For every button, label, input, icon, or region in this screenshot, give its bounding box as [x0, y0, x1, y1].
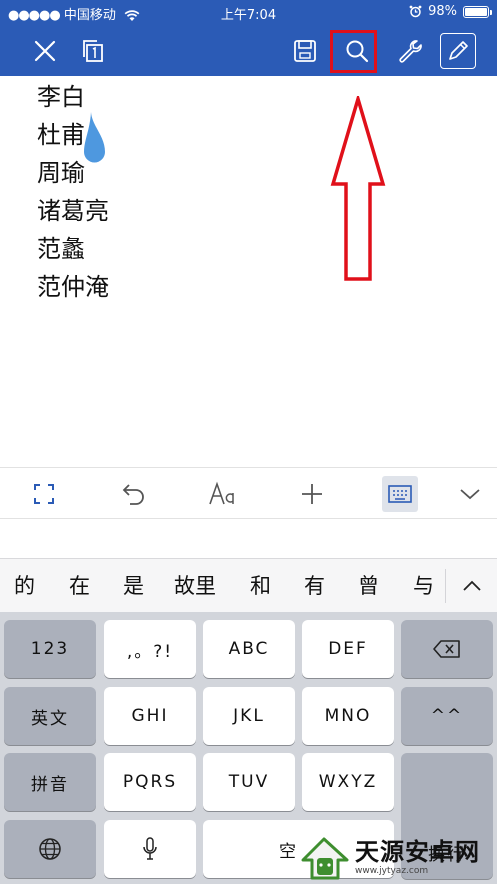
- close-icon: [34, 40, 56, 62]
- candidate-word[interactable]: 是: [123, 559, 144, 613]
- document-line: 李白: [37, 83, 85, 111]
- alarm-icon: [409, 5, 422, 18]
- keyboard: 123 ,。?! ABC DEF 英文 GHI JKL MNO ^^ 拼音 PQ…: [0, 612, 497, 884]
- document-line: 诸葛亮: [37, 197, 109, 225]
- document-line: 范仲淹: [37, 273, 109, 301]
- battery-percent: 98%: [428, 4, 457, 19]
- candidate-bar: 的 在 是 故里 和 有 曾 与: [0, 558, 497, 612]
- keyboard-icon: [388, 485, 412, 503]
- add-icon: [302, 484, 322, 504]
- document-line: 杜甫: [37, 121, 85, 149]
- status-bar: ●●●●● 中国移动 上午7:04 98%: [0, 0, 497, 24]
- fullscreen-icon: [34, 484, 54, 504]
- key-123[interactable]: 123: [4, 620, 96, 678]
- document-line: 范蠡: [37, 235, 85, 263]
- battery-area: 98%: [409, 4, 492, 19]
- key-english[interactable]: 英文: [4, 687, 96, 745]
- font-icon: [209, 481, 234, 505]
- expand-candidates-button[interactable]: [446, 559, 497, 613]
- key-abc[interactable]: ABC: [203, 620, 295, 678]
- candidate-word[interactable]: 和: [250, 559, 271, 613]
- save-button[interactable]: [288, 34, 322, 68]
- edit-button[interactable]: [440, 33, 476, 69]
- save-icon: [294, 40, 316, 62]
- document-line: 周瑜: [37, 159, 85, 187]
- tools-button[interactable]: [393, 34, 427, 68]
- candidate-word[interactable]: 故里: [174, 559, 216, 613]
- key-pinyin[interactable]: 拼音: [4, 753, 96, 811]
- copy-button[interactable]: [76, 34, 110, 68]
- candidate-word[interactable]: 的: [14, 559, 35, 613]
- backspace-icon: [433, 640, 460, 658]
- cursor-handle-icon[interactable]: [82, 112, 106, 168]
- collapse-button[interactable]: [452, 476, 488, 512]
- candidate-word[interactable]: 曾: [358, 559, 379, 613]
- key-punctuation[interactable]: ,。?!: [104, 620, 196, 678]
- key-ghi[interactable]: GHI: [104, 687, 196, 745]
- close-button[interactable]: [28, 34, 62, 68]
- microphone-icon: [143, 837, 157, 860]
- copy-icon: [83, 40, 103, 62]
- globe-icon: [39, 838, 61, 860]
- key-def[interactable]: DEF: [302, 620, 394, 678]
- watermark-logo-icon: [301, 837, 349, 880]
- undo-button[interactable]: [116, 476, 152, 512]
- arrow-up-annotation-icon: [330, 96, 386, 281]
- pen-icon: [449, 41, 468, 60]
- microphone-key[interactable]: [104, 820, 196, 878]
- wrench-icon: [399, 40, 422, 63]
- candidate-word[interactable]: 与: [413, 559, 434, 613]
- top-toolbar: ●●●●● 中国移动 上午7:04 98%: [0, 0, 497, 76]
- chevron-up-icon: [462, 580, 481, 591]
- backspace-key[interactable]: [401, 620, 493, 678]
- document-body[interactable]: 李白 杜甫 周瑜 诸葛亮 范蠡 范仲淹: [0, 76, 497, 466]
- key-emoticon[interactable]: ^^: [401, 687, 493, 745]
- key-tuv[interactable]: TUV: [203, 753, 295, 811]
- key-mno[interactable]: MNO: [302, 687, 394, 745]
- watermark: 天源安卓网 www.jytyaz.com: [300, 836, 480, 880]
- font-button[interactable]: [204, 476, 240, 512]
- chevron-down-icon: [460, 489, 480, 500]
- candidate-word[interactable]: 有: [304, 559, 325, 613]
- battery-icon: [463, 5, 492, 18]
- fullscreen-button[interactable]: [26, 476, 62, 512]
- key-jkl[interactable]: JKL: [203, 687, 295, 745]
- candidate-word[interactable]: 在: [69, 559, 90, 613]
- key-wxyz[interactable]: WXYZ: [302, 753, 394, 811]
- search-highlight-box: [330, 30, 377, 73]
- keyboard-toggle-button[interactable]: [382, 476, 418, 512]
- key-pqrs[interactable]: PQRS: [104, 753, 196, 811]
- watermark-title: 天源安卓网: [355, 838, 480, 866]
- insert-button[interactable]: [294, 476, 330, 512]
- watermark-url: www.jytyaz.com: [355, 866, 429, 876]
- undo-icon: [122, 484, 144, 505]
- globe-key[interactable]: [4, 820, 96, 878]
- format-toolbar: [0, 467, 497, 519]
